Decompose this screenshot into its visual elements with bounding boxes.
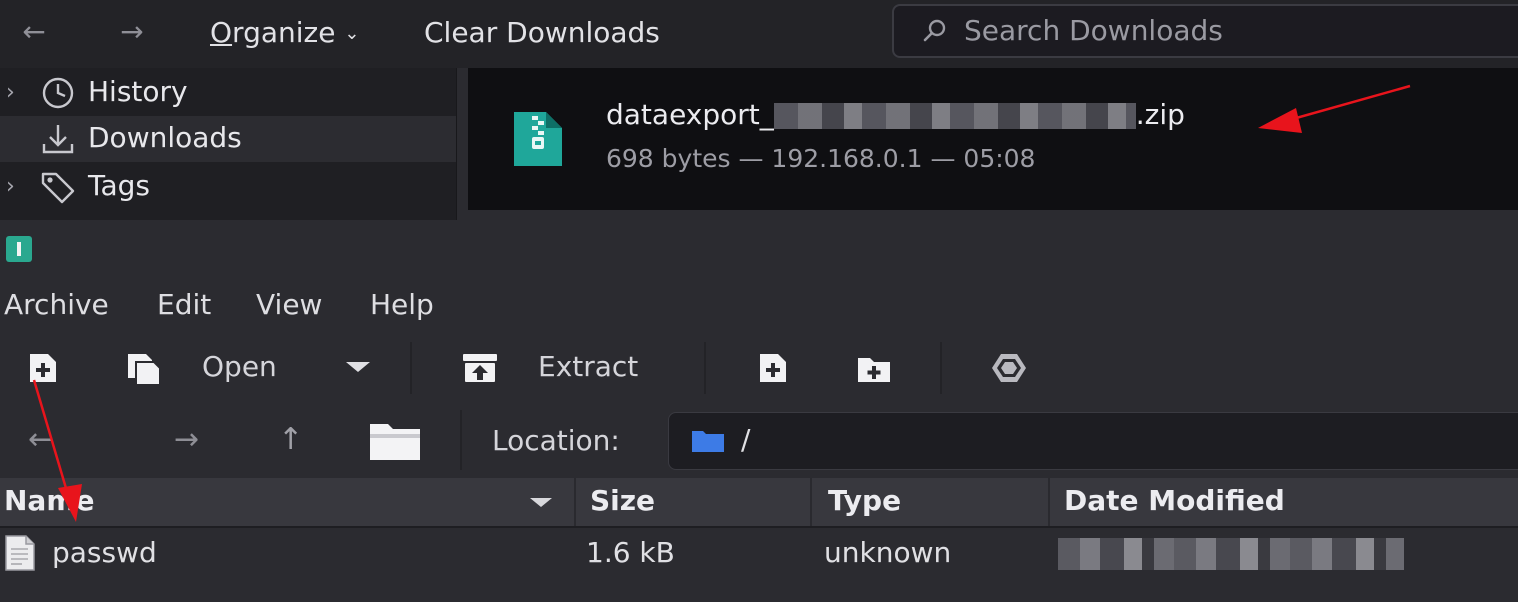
annotation-arrows [32, 84, 1411, 522]
annotation-arrow-zip [1258, 84, 1411, 133]
annotation-arrow-passwd [32, 379, 82, 522]
